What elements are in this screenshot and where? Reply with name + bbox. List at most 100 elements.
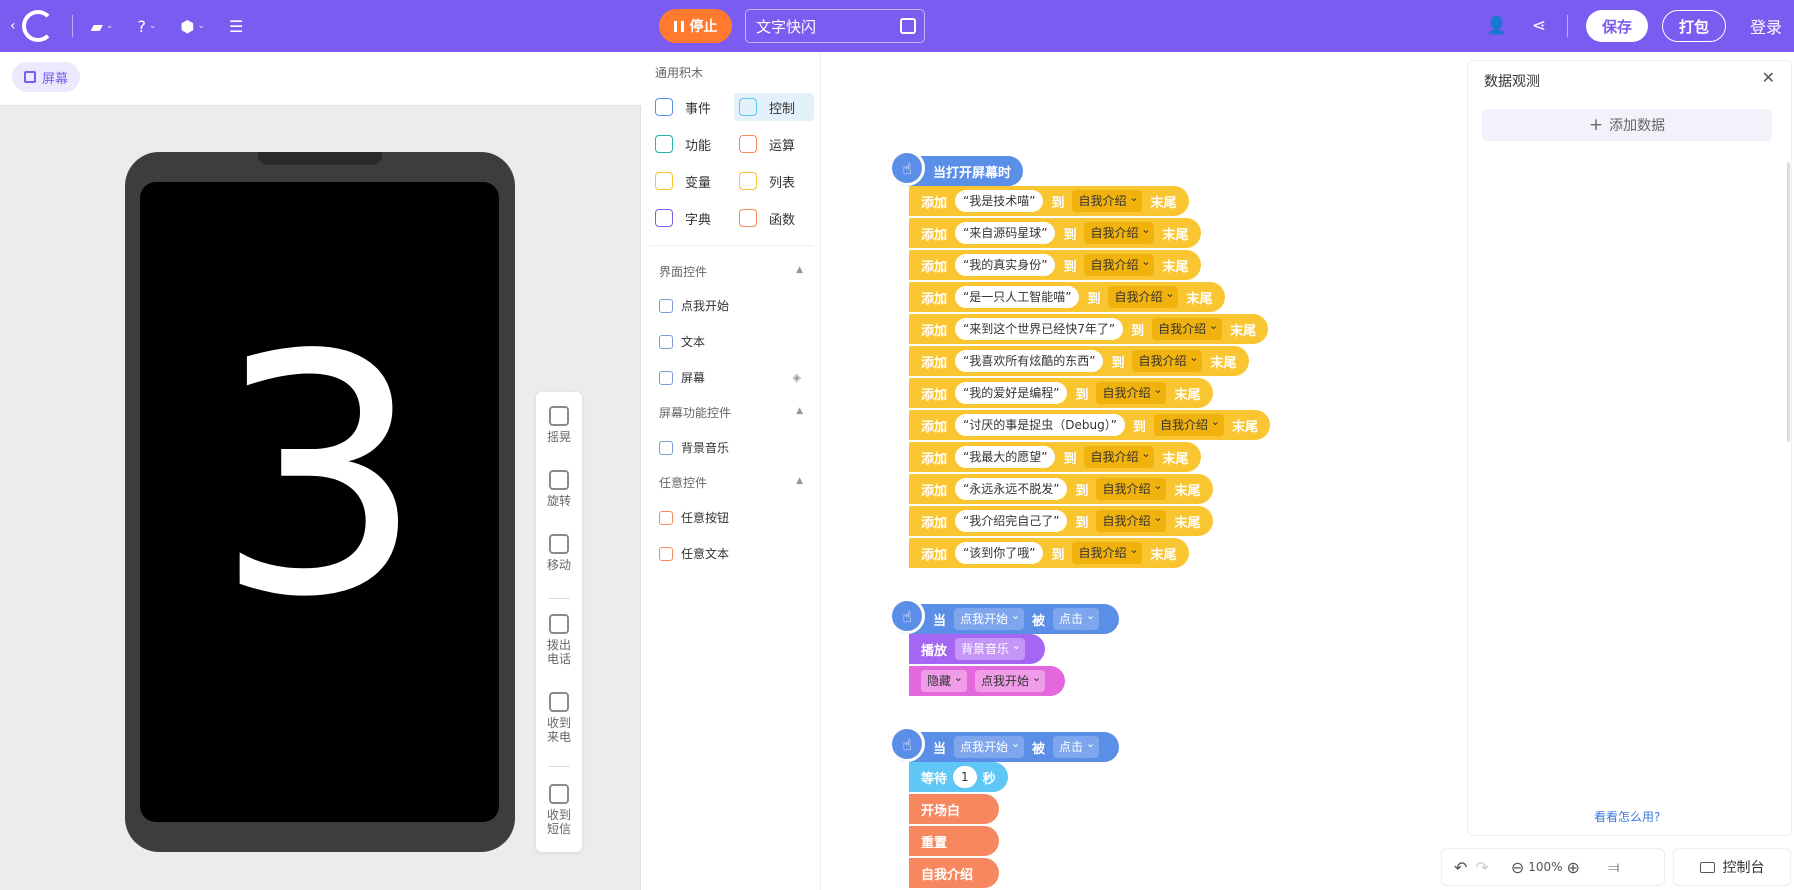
string-input[interactable]: “我喜欢所有炫酷的东西” [955, 350, 1104, 372]
component-any-button[interactable]: 任意按钮 [659, 509, 809, 526]
hat-block-button-click[interactable]: ☝ 当点我开始被点击 [889, 726, 1120, 762]
save-button[interactable]: 保存 [1585, 10, 1648, 42]
section-screen-controls[interactable]: 屏幕功能控件 ▲ [659, 404, 809, 421]
add-to-list-block[interactable]: 添加 “我最大的愿望” 到自我介绍末尾 [909, 442, 1201, 472]
login-link[interactable]: 登录 [1750, 14, 1782, 38]
folder-icon[interactable]: ▰ ⌄ [91, 0, 114, 52]
zoom-in-icon[interactable]: ⊕ [1567, 858, 1580, 877]
screen-tab[interactable]: 屏幕 [12, 62, 81, 92]
sensor-call-in[interactable]: 收到来电 [536, 692, 582, 744]
category-event[interactable]: 事件 [650, 93, 726, 121]
console-button[interactable]: 控制台 [1673, 848, 1791, 886]
string-input[interactable]: “来自源码星球” [955, 222, 1056, 244]
category-control[interactable]: 控制 [734, 93, 814, 121]
category-list[interactable]: 列表 [734, 167, 810, 195]
component-text[interactable]: 文本 [659, 333, 809, 350]
list-dropdown[interactable]: 自我介绍 [1084, 251, 1155, 276]
pack-button[interactable]: 打包 [1661, 10, 1726, 42]
help-icon[interactable]: ? ⌄ [137, 0, 156, 52]
sound-dropdown[interactable]: 背景音乐 [955, 635, 1026, 660]
component-start-button[interactable]: 点我开始 [659, 297, 809, 314]
add-to-list-block[interactable]: 添加 “我是技术喵” 到自我介绍末尾 [909, 186, 1189, 216]
wait-value-input[interactable]: 1 [953, 766, 977, 788]
call-block-opening[interactable]: 开场白 [909, 794, 999, 824]
sensor-rotate[interactable]: 旋转 [536, 470, 582, 508]
target-dropdown[interactable]: 点我开始 [954, 605, 1025, 630]
component-any-text[interactable]: 任意文本 [659, 545, 809, 562]
add-to-list-block[interactable]: 添加 “该到你了哦” 到自我介绍末尾 [909, 538, 1189, 568]
add-to-list-block[interactable]: 添加 “我的真实身份” 到自我介绍末尾 [909, 250, 1201, 280]
string-input[interactable]: “永远永远不脱发” [955, 478, 1068, 500]
scrollbar[interactable] [1787, 162, 1790, 442]
list-dropdown[interactable]: 自我介绍 [1084, 219, 1155, 244]
category-procedure[interactable]: 函数 [734, 204, 810, 232]
list-dropdown[interactable]: 自我介绍 [1153, 411, 1224, 436]
add-to-list-block[interactable]: 添加 “我的爱好是编程” 到自我介绍末尾 [909, 378, 1213, 408]
add-to-list-block[interactable]: 添加 “来到这个世界已经快7年了” 到自我介绍末尾 [909, 314, 1269, 344]
align-icon[interactable]: ⫤ [1608, 858, 1619, 876]
category-operator[interactable]: 运算 [734, 130, 810, 158]
project-name-field[interactable]: 文字快闪 [745, 9, 925, 43]
zoom-out-icon[interactable]: ⊖ [1511, 858, 1524, 877]
add-to-list-block[interactable]: 添加 “我喜欢所有炫酷的东西” 到自我介绍末尾 [909, 346, 1249, 376]
collaborate-icon[interactable]: 👤 [1483, 12, 1511, 40]
list-dropdown[interactable]: 自我介绍 [1072, 187, 1143, 212]
chevron-up-icon[interactable]: ▲ [796, 476, 803, 486]
string-input[interactable]: “该到你了哦” [955, 542, 1044, 564]
app-logo[interactable] [21, 10, 54, 42]
string-input[interactable]: “我的爱好是编程” [955, 382, 1068, 404]
close-icon[interactable]: ✕ [1762, 68, 1775, 87]
wait-block[interactable]: 等待 1 秒 [909, 762, 1008, 792]
string-input[interactable]: “我的真实身份” [955, 254, 1056, 276]
sensor-move[interactable]: 移动 [536, 534, 582, 572]
string-input[interactable]: “我最大的愿望” [955, 446, 1056, 468]
layers-icon[interactable]: ◈ [793, 371, 801, 384]
list-dropdown[interactable]: 自我介绍 [1096, 379, 1167, 404]
category-function[interactable]: 功能 [650, 130, 726, 158]
component-screen[interactable]: 屏幕 ◈ [659, 369, 809, 386]
list-dropdown[interactable]: 自我介绍 [1152, 315, 1223, 340]
string-input[interactable]: “来到这个世界已经快7年了” [955, 318, 1124, 340]
add-to-list-block[interactable]: 添加 “讨厌的事是捉虫（Debug）” 到自我介绍末尾 [909, 410, 1270, 440]
settings-icon[interactable]: ⬢ ⌄ [181, 0, 206, 52]
list-dropdown[interactable]: 自我介绍 [1096, 507, 1167, 532]
hat-block-screen-open[interactable]: ☝ 当打开屏幕时 [889, 150, 1024, 186]
list-dropdown[interactable]: 自我介绍 [1108, 283, 1179, 308]
target-dropdown[interactable]: 点我开始 [954, 733, 1025, 758]
add-to-list-block[interactable]: 添加 “永远永远不脱发” 到自我介绍末尾 [909, 474, 1213, 504]
category-variable[interactable]: 变量 [650, 167, 726, 195]
section-ui-controls[interactable]: 界面控件 ▲ [659, 263, 809, 280]
call-block-reset[interactable]: 重置 [909, 826, 999, 856]
help-link[interactable]: 看看怎么用? [1594, 808, 1660, 825]
section-any-controls[interactable]: 任意控件 ▲ [659, 474, 809, 491]
target-dropdown[interactable]: 点我开始 [975, 667, 1046, 692]
add-to-list-block[interactable]: 添加 “我介绍完自己了” 到自我介绍末尾 [909, 506, 1213, 536]
back-icon[interactable]: ‹ [10, 0, 16, 52]
code-canvas[interactable]: ☝当打开屏幕时 添加“我是技术喵”到自我介绍末尾添加“来自源码星球”到自我介绍末… [821, 52, 1467, 890]
database-icon[interactable]: ☰ [229, 0, 243, 52]
component-bg-music[interactable]: 背景音乐 [659, 439, 809, 456]
edit-icon[interactable] [900, 18, 916, 34]
event-dropdown[interactable]: 点击 [1053, 605, 1100, 630]
list-dropdown[interactable]: 自我介绍 [1132, 347, 1203, 372]
sensor-sms[interactable]: 收到短信 [536, 784, 582, 836]
event-dropdown[interactable]: 点击 [1053, 733, 1100, 758]
string-input[interactable]: “讨厌的事是捉虫（Debug）” [955, 414, 1125, 436]
string-input[interactable]: “我介绍完自己了” [955, 510, 1068, 532]
chevron-up-icon[interactable]: ▲ [796, 406, 803, 416]
chevron-up-icon[interactable]: ▲ [796, 265, 803, 275]
redo-icon[interactable]: ↷ [1475, 858, 1488, 877]
list-dropdown[interactable]: 自我介绍 [1084, 443, 1155, 468]
add-to-list-block[interactable]: 添加 “来自源码星球” 到自我介绍末尾 [909, 218, 1201, 248]
share-icon[interactable]: ⋖ [1525, 12, 1553, 40]
undo-icon[interactable]: ↶ [1454, 858, 1467, 877]
play-block[interactable]: 播放 背景音乐 [909, 634, 1046, 664]
add-data-button[interactable]: + 添加数据 [1482, 109, 1772, 141]
list-dropdown[interactable]: 自我介绍 [1096, 475, 1167, 500]
hat-block-button-click[interactable]: ☝ 当点我开始被点击 [889, 598, 1120, 634]
category-dict[interactable]: 字典 [650, 204, 726, 232]
list-dropdown[interactable]: 自我介绍 [1072, 539, 1143, 564]
add-to-list-block[interactable]: 添加 “是一只人工智能喵” 到自我介绍末尾 [909, 282, 1225, 312]
stop-button[interactable]: 停止 [659, 9, 732, 43]
sensor-call-out[interactable]: 拨出电话 [536, 614, 582, 666]
